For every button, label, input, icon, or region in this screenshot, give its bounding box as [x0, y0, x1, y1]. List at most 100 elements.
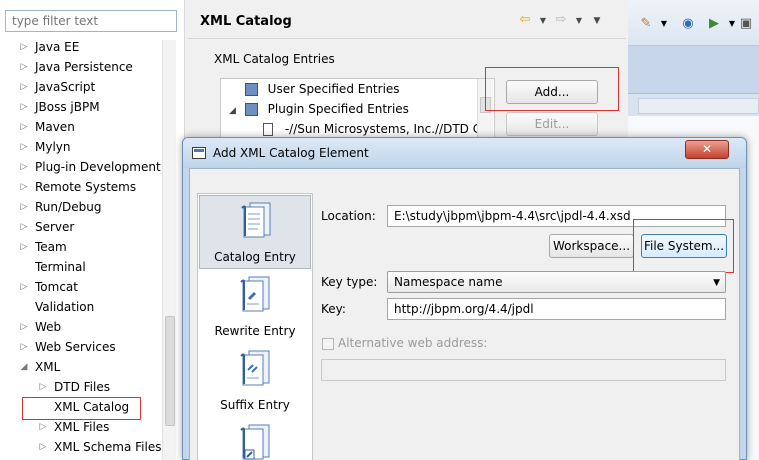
suffix-entry-item[interactable]: Suffix Entry	[199, 344, 311, 418]
expand-arrow-icon[interactable]: ▷	[19, 237, 29, 257]
run-icon[interactable]: ▶	[706, 16, 722, 32]
key-field[interactable]: http://jbpm.org/4.4/jpdl	[387, 298, 726, 320]
suffix-entry-icon	[240, 350, 270, 386]
filter-input[interactable]	[5, 10, 177, 32]
key-label: Key:	[321, 302, 346, 316]
expand-arrow-icon[interactable]: ▷	[19, 37, 29, 57]
catalog-icon	[244, 103, 258, 116]
key-type-select[interactable]: Namespace name ▼	[387, 271, 726, 293]
expand-arrow-icon[interactable]: ▷	[19, 277, 29, 297]
rewrite-entry-item[interactable]: Rewrite Entry	[199, 270, 311, 344]
tree-item-label: Run/Debug	[35, 200, 102, 214]
expand-arrow-icon[interactable]: ▷	[19, 137, 29, 157]
xml-catalog-highlight	[22, 397, 141, 420]
title-separator	[188, 38, 626, 39]
workspace-button[interactable]: Workspace...	[549, 234, 634, 258]
entry-row-user[interactable]: User Specified Entries	[229, 79, 400, 99]
side-item-label: Rewrite Entry	[214, 324, 296, 338]
expand-arrow-icon[interactable]: ▷	[19, 177, 29, 197]
page-title: XML Catalog	[200, 14, 292, 29]
expand-arrow-icon[interactable]: ▷	[19, 337, 29, 357]
dropdown-icon[interactable]: ▼	[656, 16, 672, 32]
dropdown-arrow-icon: ▼	[713, 278, 720, 288]
tree-item-label: Web	[35, 320, 62, 334]
catalog-entry-item[interactable]: Catalog Entry	[199, 195, 311, 269]
alternative-address-checkbox[interactable]	[322, 338, 334, 350]
tree-item-label: Plug-in Development	[35, 160, 161, 174]
expand-arrow-icon[interactable]: ▷	[38, 417, 48, 437]
delegate-entry-icon	[240, 424, 270, 460]
editor-tab[interactable]	[638, 98, 759, 114]
entry-row-child[interactable]: -//Sun Microsystems, Inc.//DTD C	[263, 119, 482, 137]
entry-row-plugin[interactable]: ◢ Plugin Specified Entries	[229, 99, 409, 119]
document-icon	[263, 123, 273, 136]
tree-item-label: XML Files	[54, 420, 110, 434]
side-item-label: Catalog Entry	[214, 250, 296, 264]
expand-arrow-icon[interactable]: ▷	[19, 117, 29, 137]
tree-item-label: JavaScript	[35, 80, 96, 94]
tree-item-label: Server	[35, 220, 75, 234]
catalog-icon	[244, 83, 258, 96]
tree-item-label: Terminal	[35, 260, 86, 274]
tree-item-label: Validation	[35, 300, 95, 314]
tree-item-label: DTD Files	[54, 380, 110, 394]
page-navigation: ⇦ ▼ ⇨ ▼ ▼	[516, 12, 606, 27]
key-type-value: Namespace name	[394, 275, 503, 289]
collapse-arrow-icon[interactable]: ◢	[229, 101, 241, 121]
entry-type-list[interactable]: Catalog Entry Rewrite Entry Suffix Entry	[197, 193, 313, 460]
entry-label: User Specified Entries	[267, 82, 400, 96]
tree-item-label: JBoss jBPM	[35, 100, 100, 114]
tree-item-label: Mylyn	[35, 140, 71, 154]
tree-item-label: Tomcat	[35, 280, 78, 294]
forward-dropdown-icon[interactable]: ▼	[570, 16, 588, 25]
rewrite-entry-icon	[240, 276, 270, 312]
expand-arrow-icon[interactable]: ▷	[19, 317, 29, 337]
key-type-label: Key type:	[321, 275, 378, 289]
add-button-highlight	[485, 67, 619, 111]
wand-icon[interactable]: ✎	[638, 16, 654, 32]
expand-arrow-icon[interactable]: ▷	[19, 197, 29, 217]
back-dropdown-icon[interactable]: ▼	[534, 16, 552, 25]
open-perspective-icon[interactable]: ▣	[738, 16, 754, 32]
tree-item-label: Team	[35, 240, 67, 254]
expand-arrow-icon[interactable]: ▷	[19, 57, 29, 77]
edit-button[interactable]: Edit...	[506, 112, 598, 136]
file-system-highlight	[633, 219, 734, 273]
entries-group-label: XML Catalog Entries	[214, 52, 335, 66]
close-button[interactable]: ✕	[685, 140, 729, 159]
add-xml-catalog-element-dialog: Add XML Catalog Element ✕ Catalog Entry	[182, 137, 747, 460]
tree-item-label: Web Services	[35, 340, 116, 354]
dialog-body: Catalog Entry Rewrite Entry Suffix Entry…	[189, 168, 740, 460]
dialog-title: Add XML Catalog Element	[213, 146, 369, 160]
preferences-tree-pane: ▷ Java EE ▷ Java Persistence ▷ JavaScript ▷ JBo…	[0, 0, 185, 460]
tree-item-label: XML Schema Files	[54, 440, 162, 454]
collapse-arrow-icon[interactable]: ◢	[19, 357, 29, 377]
expand-arrow-icon[interactable]: ▷	[19, 157, 29, 177]
expand-arrow-icon[interactable]: ▷	[19, 97, 29, 117]
alternative-address-field[interactable]	[321, 359, 726, 381]
alternative-address-label: Alternative web address:	[338, 336, 488, 350]
tree-scrollbar[interactable]	[162, 40, 176, 460]
dialog-titlebar[interactable]: Add XML Catalog Element ✕	[183, 138, 746, 168]
entry-label: Plugin Specified Entries	[267, 102, 409, 116]
expand-arrow-icon[interactable]: ▷	[38, 437, 48, 457]
tree-scrollbar-thumb[interactable]	[165, 316, 175, 426]
forward-arrow-icon[interactable]: ⇨	[552, 12, 570, 27]
editor-toolbar: ✎ ▼ ◉ ▶ ▼ ▣	[628, 0, 759, 46]
expand-arrow-icon[interactable]: ▷	[38, 377, 48, 397]
tree-item-label: Java EE	[35, 40, 80, 54]
expand-arrow-icon[interactable]: ▷	[19, 217, 29, 237]
globe-icon[interactable]: ◉	[680, 16, 696, 32]
catalog-entries-tree[interactable]: User Specified Entries ◢ Plugin Specifie…	[220, 78, 495, 138]
tree-item-label: Maven	[35, 120, 75, 134]
expand-arrow-icon[interactable]: ▷	[19, 77, 29, 97]
tree-item-label: XML	[35, 360, 61, 374]
catalog-entry-icon	[241, 202, 271, 238]
tree-item-label: Remote Systems	[35, 180, 137, 194]
back-arrow-icon[interactable]: ⇦	[516, 12, 534, 27]
delegate-entry-item[interactable]	[199, 418, 311, 460]
view-menu-icon[interactable]: ▼	[588, 16, 606, 26]
editor-header	[628, 46, 759, 94]
side-item-label: Suffix Entry	[220, 398, 290, 412]
entry-label: -//Sun Microsystems, Inc.//DTD C	[284, 122, 482, 136]
